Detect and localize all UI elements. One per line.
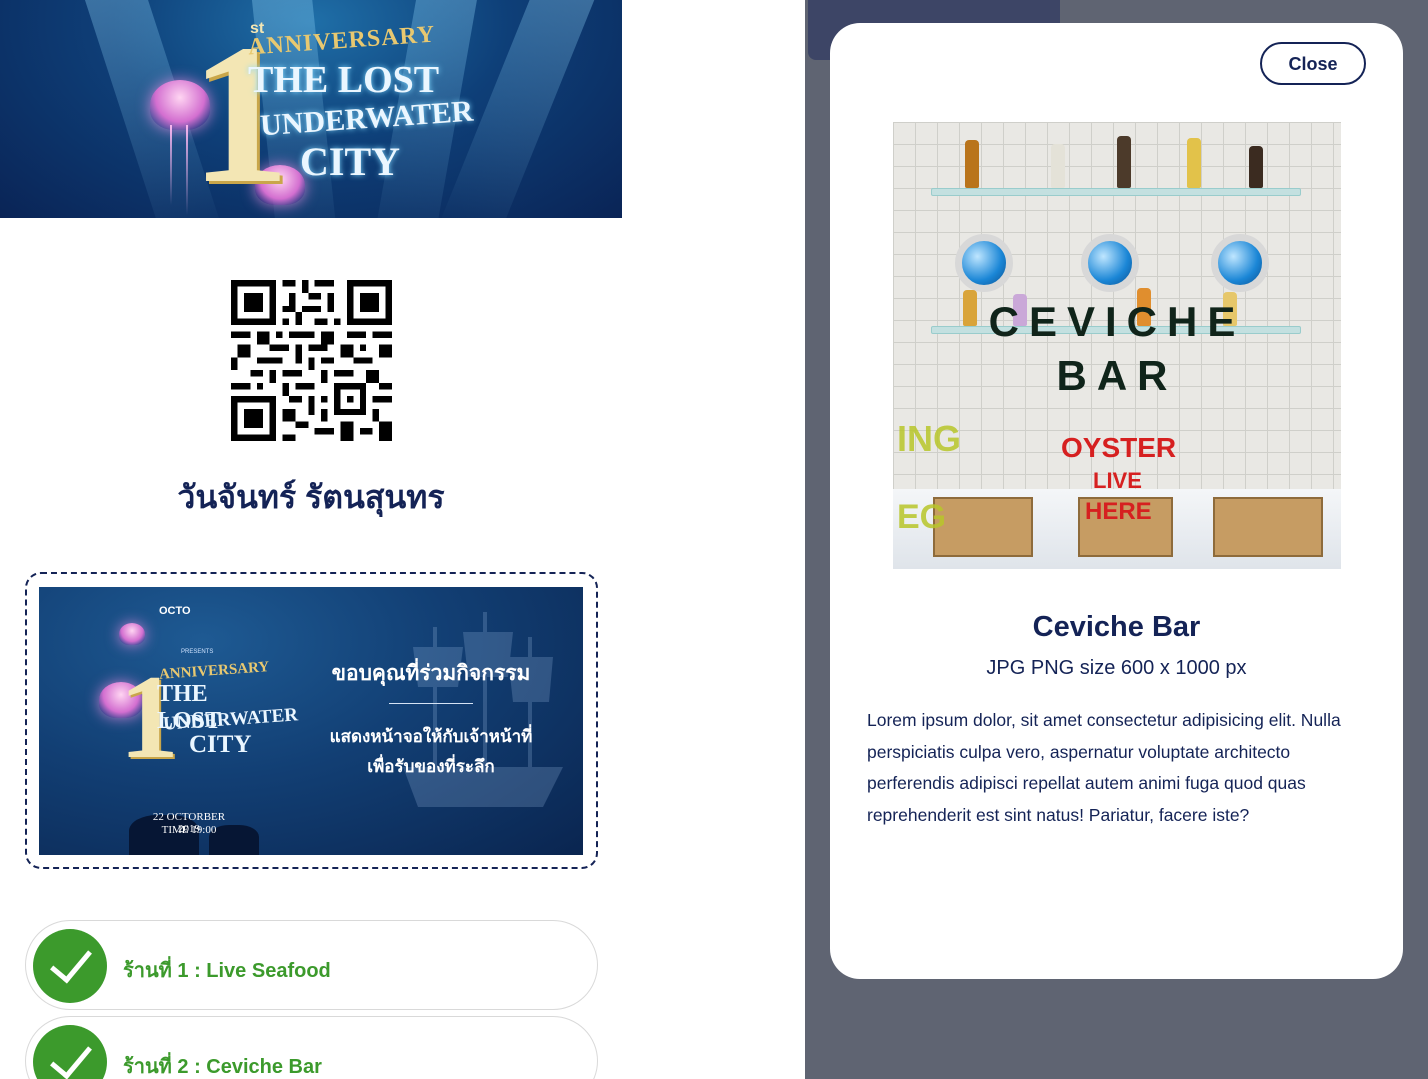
modal-title: Ceviche Bar [1032, 611, 1201, 643]
brand-name: OCTO [159, 605, 191, 617]
photo-sign-oyster: OYSTER [1061, 432, 1177, 463]
bottle [1051, 144, 1065, 188]
logo-title-line3: CITY [300, 139, 401, 184]
shop-detail-modal: Close CEVICHE BAR OYSTER LIVE HERE ING E… [830, 23, 1403, 979]
logo-title-line1: THE LOST [248, 59, 440, 101]
instruction-line2: เพื่อรับของที่ระลึก [367, 757, 495, 776]
modal-subtitle: JPG PNG size 600 x 1000 px [986, 657, 1247, 679]
logo-title-line3: CITY [189, 731, 252, 758]
checkmark-icon [33, 929, 107, 1003]
shop-list-item[interactable]: ร้านที่ 1 : Live Seafood [25, 920, 598, 1010]
neon-decoration: EG [897, 498, 947, 536]
qr-code [231, 280, 392, 441]
porthole-window [955, 234, 1013, 292]
anniversary-logo: 1 st ANNIVERSARY THE LOST UNDERWATER CIT… [150, 10, 474, 215]
main-page: 1 st ANNIVERSARY THE LOST UNDERWATER CIT… [0, 0, 805, 1079]
neon-decoration: ING [897, 418, 962, 459]
oyster-crate [933, 497, 1033, 557]
photo-sign-live: LIVE [1093, 468, 1142, 493]
shop-label: ร้านที่ 1 : Live Seafood [123, 960, 331, 982]
porthole-window [1211, 234, 1269, 292]
bottle [1117, 136, 1131, 188]
close-button[interactable]: Close [1260, 42, 1366, 85]
photo-sign-ceviche: CEVICHE [988, 298, 1246, 345]
modal-description: Lorem ipsum dolor, sit amet consectetur … [867, 710, 1341, 825]
shop-label: ร้านที่ 2 : Ceviche Bar [123, 1056, 322, 1078]
divider [389, 703, 473, 704]
ticket-anniversary-logo: 1 ANNIVERSARY THE LOST UNDERWATER CITY [99, 637, 299, 837]
shop-list-item[interactable]: ร้านที่ 2 : Ceviche Bar [25, 1016, 598, 1079]
bottle [1249, 146, 1263, 188]
photo-sign-bar: BAR [1056, 352, 1178, 399]
bottle [1187, 138, 1201, 188]
shelf [931, 188, 1301, 196]
porthole-window [1081, 234, 1139, 292]
thank-you-ticket: OCTO PRESENTS 1 ANNIVERSARY THE LOST UND… [39, 587, 583, 855]
shop-photo: CEVICHE BAR OYSTER LIVE HERE ING EG [893, 122, 1341, 569]
instruction-line1: แสดงหน้าจอให้กับเจ้าหน้าที่ [329, 727, 533, 746]
oyster-crate [1213, 497, 1323, 557]
photo-sign-here: HERE [1085, 498, 1152, 525]
event-time: TIME 19:00 [161, 824, 217, 836]
checkmark-icon [33, 1025, 107, 1079]
bottle [965, 140, 979, 188]
event-banner: 1 st ANNIVERSARY THE LOST UNDERWATER CIT… [0, 0, 622, 218]
thank-you-heading: ขอบคุณที่ร่วมกิจกรรม [331, 662, 531, 685]
user-name: วันจันทร์ รัตนสุนทร [177, 479, 445, 515]
octo-brand-logo: OCTO [159, 605, 191, 617]
